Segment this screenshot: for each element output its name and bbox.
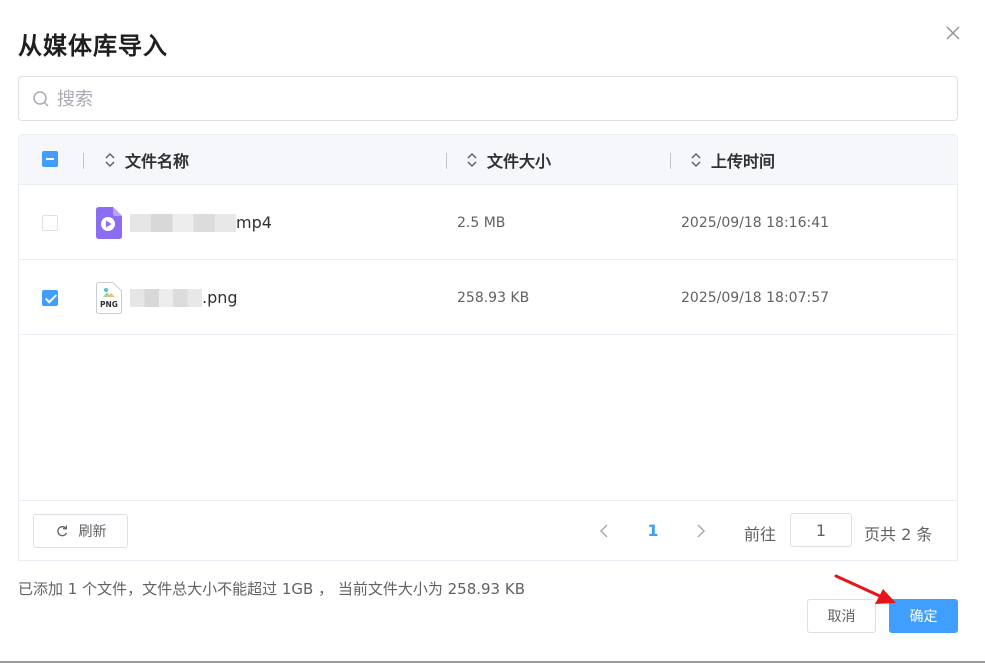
- redacted-name: [130, 213, 236, 232]
- dialog-title: 从媒体库导入: [18, 32, 168, 60]
- selection-status: 已添加 1 个文件，文件总大小不能超过 1GB ， 当前文件大小为 258.93…: [18, 580, 525, 598]
- sort-icon: [467, 152, 477, 168]
- column-header-name[interactable]: 文件名称: [103, 135, 189, 185]
- file-name-cell: PNG .png: [96, 260, 238, 335]
- refresh-button[interactable]: 刷新: [33, 514, 128, 548]
- media-table: 文件名称 文件大小 上传时间 mp4 2.5 MB 2025/09/18 18:…: [18, 134, 958, 561]
- table-row[interactable]: mp4 2.5 MB 2025/09/18 18:16:41: [19, 185, 957, 260]
- search-box: [18, 76, 958, 121]
- column-divider: [670, 153, 671, 169]
- column-header-label: 上传时间: [711, 152, 776, 171]
- column-divider: [83, 153, 84, 169]
- file-size: 258.93 KB: [457, 289, 530, 306]
- goto-label: 前往: [744, 525, 777, 544]
- next-page-icon[interactable]: [694, 521, 708, 541]
- png-file-icon: PNG: [96, 281, 122, 314]
- search-icon: [33, 91, 49, 107]
- column-header-label: 文件名称: [125, 152, 190, 171]
- import-dialog: 从媒体库导入 文件名称: [0, 0, 985, 663]
- column-header-label: 文件大小: [487, 152, 552, 171]
- refresh-icon: [56, 525, 67, 537]
- table-row[interactable]: PNG .png 258.93 KB 2025/09/18 18:07:57: [19, 260, 957, 335]
- row-checkbox[interactable]: [42, 290, 58, 306]
- column-header-time[interactable]: 上传时间: [689, 135, 775, 185]
- video-file-icon: [96, 206, 122, 239]
- upload-time: 2025/09/18 18:07:57: [681, 289, 830, 306]
- sort-icon: [691, 152, 701, 168]
- close-icon[interactable]: [942, 22, 964, 44]
- upload-time: 2025/09/18 18:16:41: [681, 214, 830, 231]
- column-divider: [446, 153, 447, 169]
- file-size: 2.5 MB: [457, 214, 506, 231]
- file-extension: mp4: [236, 213, 272, 232]
- goto-page-input[interactable]: [790, 513, 852, 547]
- pagination-bar: 刷新 1 前往 页共 2 条: [18, 500, 958, 561]
- table-header: 文件名称 文件大小 上传时间: [19, 135, 957, 185]
- column-header-size[interactable]: 文件大小: [465, 135, 551, 185]
- page-number[interactable]: 1: [641, 519, 665, 543]
- png-icon-label: PNG: [100, 300, 118, 309]
- file-name: mp4: [130, 213, 272, 232]
- search-input[interactable]: [57, 85, 937, 113]
- file-name-cell: mp4: [96, 185, 272, 260]
- row-checkbox[interactable]: [42, 215, 58, 231]
- redacted-name: [130, 288, 202, 307]
- select-all-checkbox[interactable]: [42, 151, 58, 167]
- total-count: 页共 2 条: [864, 525, 933, 544]
- prev-page-icon[interactable]: [597, 521, 611, 541]
- refresh-label: 刷新: [78, 524, 107, 540]
- file-extension: .png: [202, 288, 238, 307]
- annotation-arrow-icon: [834, 574, 896, 604]
- sort-icon: [105, 152, 115, 168]
- file-name: .png: [130, 288, 238, 307]
